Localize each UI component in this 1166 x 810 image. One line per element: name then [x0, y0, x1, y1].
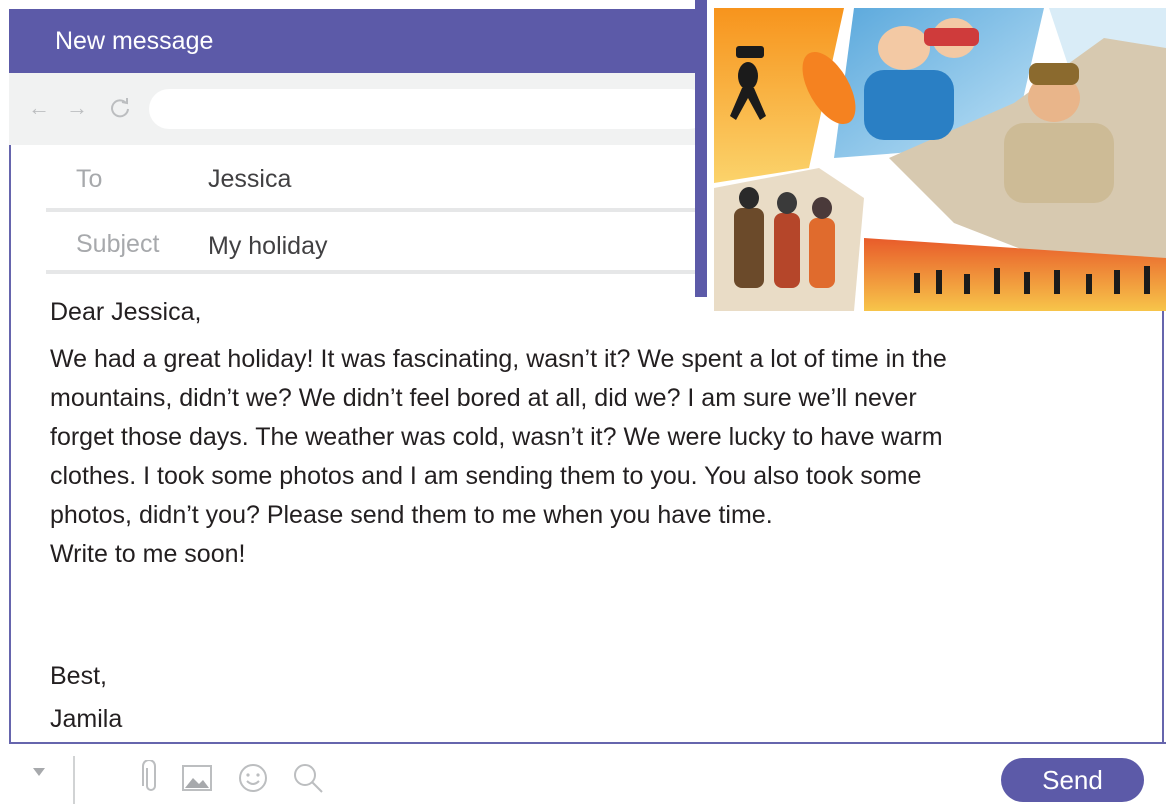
- chevron-down-icon[interactable]: [33, 768, 45, 776]
- reload-icon[interactable]: [109, 95, 131, 125]
- subject-field-row[interactable]: Subject My holiday: [46, 210, 696, 274]
- body-line: We had a great holiday! It was fascinati…: [50, 345, 947, 373]
- body-line: forget those days. The weather was cold,…: [50, 423, 943, 451]
- address-bar[interactable]: [149, 89, 709, 129]
- message-greeting: Dear Jessica,: [50, 298, 202, 326]
- search-icon[interactable]: [292, 760, 324, 796]
- body-line: Write to me soon!: [50, 540, 246, 568]
- body-line: mountains, didn’t we? We didn’t feel bor…: [50, 384, 917, 412]
- title-bar: New message: [9, 9, 695, 73]
- message-body[interactable]: We had a great holiday! It was fascinati…: [50, 340, 1140, 574]
- attached-photo-collage: [714, 8, 1166, 311]
- to-field-row[interactable]: To Jessica: [46, 148, 696, 212]
- body-line: photos, didn’t you? Please send them to …: [50, 501, 773, 529]
- window-title: New message: [55, 27, 214, 55]
- send-button[interactable]: Send: [1001, 758, 1144, 802]
- arrow-left-icon[interactable]: ←: [28, 95, 50, 121]
- signature-text: Jamila: [50, 705, 123, 733]
- subject-field[interactable]: My holiday: [208, 232, 328, 261]
- arrow-right-icon[interactable]: →: [66, 95, 88, 121]
- nav-bar: ← →: [9, 73, 709, 145]
- paperclip-icon[interactable]: [135, 759, 167, 796]
- photo-frame-edge: [695, 0, 707, 297]
- to-field[interactable]: Jessica: [208, 165, 291, 194]
- closing-text: Best,: [50, 662, 107, 690]
- to-label: To: [76, 165, 103, 193]
- body-line: clothes. I took some photos and I am sen…: [50, 462, 922, 490]
- emoji-icon[interactable]: [237, 760, 269, 796]
- compose-toolbar: Send: [9, 742, 1166, 810]
- image-icon[interactable]: [181, 760, 213, 796]
- message-signoff: Best, Jamila: [50, 655, 122, 741]
- toolbar-divider: [73, 756, 75, 804]
- subject-label: Subject: [76, 230, 160, 258]
